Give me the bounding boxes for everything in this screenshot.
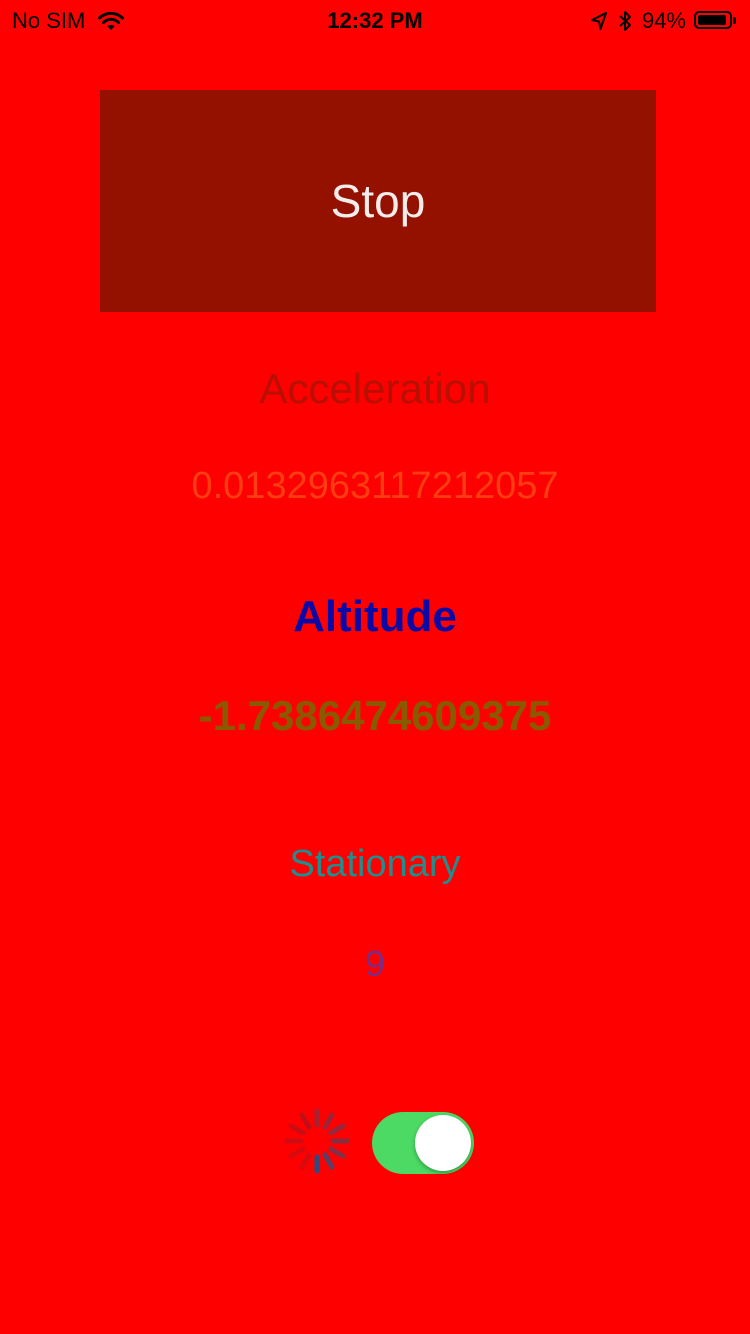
- altitude-value: -1.7386474609375: [198, 692, 552, 739]
- stationary-title: Stationary: [289, 843, 461, 885]
- activity-spinner-icon: [284, 1108, 350, 1174]
- bluetooth-icon: [619, 11, 631, 31]
- status-right: 94%: [590, 8, 738, 34]
- status-bar: No SIM 12:32 PM 94%: [0, 0, 750, 40]
- location-arrow-icon: [590, 12, 607, 30]
- stop-button[interactable]: Stop: [100, 90, 656, 312]
- battery-icon: [694, 11, 738, 31]
- stationary-value: 9: [364, 943, 386, 984]
- battery-percent: 94%: [641, 8, 686, 33]
- altitude-title: Altitude: [293, 592, 457, 641]
- toggle-switch[interactable]: [372, 1112, 474, 1174]
- toggle-knob: [415, 1115, 471, 1171]
- acceleration-title: Acceleration: [259, 365, 491, 412]
- acceleration-value: 0.0132963117212057: [191, 465, 559, 507]
